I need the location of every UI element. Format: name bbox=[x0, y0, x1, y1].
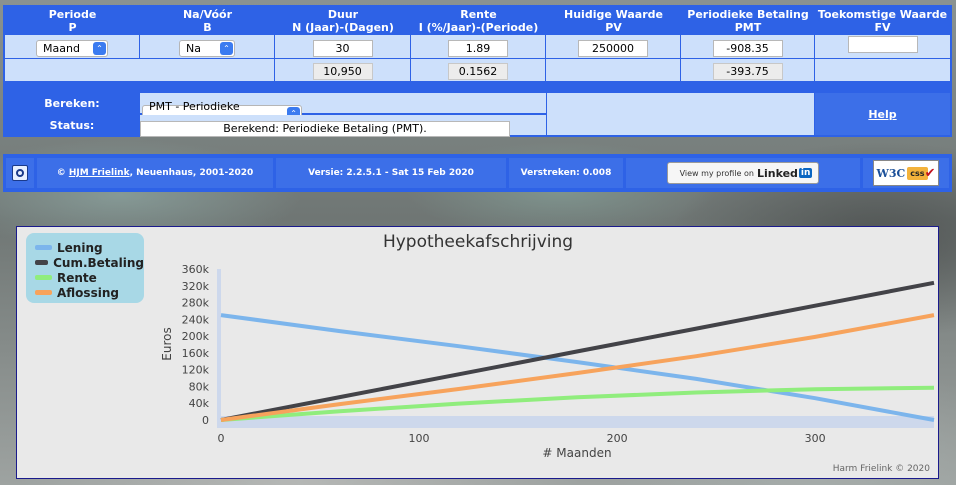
rente-period-cell: 0.1562 bbox=[411, 58, 546, 81]
checkmark-icon: ✔ bbox=[924, 165, 936, 181]
linkedin-in-icon: in bbox=[798, 168, 813, 178]
derived-empty-cell bbox=[5, 58, 275, 81]
col-header-pv: Huidige Waarde PV bbox=[564, 8, 663, 34]
y-tick-label: 0 bbox=[202, 414, 209, 427]
w3c-text: W3C bbox=[876, 166, 906, 180]
x-tick-label: 300 bbox=[805, 432, 826, 445]
duur-input[interactable]: 30 bbox=[312, 39, 373, 57]
col-header-pmt: Periodieke Betaling PMT bbox=[687, 8, 809, 34]
y-tick-label: 320k bbox=[182, 280, 210, 293]
chart-title: Hypotheekafschrijving bbox=[383, 232, 573, 252]
duur-days-output: 10,950 bbox=[312, 63, 373, 80]
linkedin-brand: Linked bbox=[756, 166, 798, 180]
pv-input[interactable]: 250000 bbox=[578, 39, 648, 57]
footer-w3c-cell: W3C css ✔ bbox=[863, 158, 949, 188]
legend-swatch bbox=[35, 275, 52, 280]
legend-swatch bbox=[35, 260, 49, 265]
y-tick-label: 240k bbox=[182, 313, 210, 326]
x-axis-band bbox=[217, 416, 934, 428]
duur-cell: 30 bbox=[275, 35, 411, 58]
x-tick-label: 100 bbox=[409, 432, 430, 445]
mortgage-chart: Hypotheekafschrijving 0 40k 80k 120k 160k 200k… bbox=[16, 226, 939, 479]
y-axis-band bbox=[217, 269, 221, 428]
chart-canvas: Hypotheekafschrijving 0 40k 80k 120k 160k 200k… bbox=[160, 232, 935, 474]
copyright-symbol: © bbox=[56, 168, 66, 178]
rente-cell: 1.89 bbox=[411, 35, 546, 58]
footer-elapsed: Verstreken: 0.008 bbox=[509, 158, 623, 188]
y-tick-label: 40k bbox=[189, 397, 210, 410]
pmt-interest-output: -393.75 bbox=[712, 63, 783, 80]
y-tick-label: 280k bbox=[182, 297, 210, 310]
x-axis-label: # Maanden bbox=[542, 446, 611, 460]
status-output: Berekend: Periodieke Betaling (PMT). bbox=[140, 121, 510, 137]
periode-cell: Maand ⌃ bbox=[5, 35, 140, 58]
input-row: Maand ⌃ Na ⌃ 30 1.89 250000 -908.35 bbox=[5, 35, 950, 58]
w3c-css-badge[interactable]: W3C css ✔ bbox=[872, 160, 940, 186]
col-header-fv: Toekomstige Waarde FV bbox=[817, 8, 948, 34]
pmt-cell: -908.35 bbox=[681, 35, 815, 58]
navoor-select[interactable]: Na ⌃ bbox=[179, 39, 235, 57]
legend-item-rente[interactable]: Rente bbox=[35, 270, 144, 285]
pmt-input[interactable]: -908.35 bbox=[712, 39, 783, 57]
y-tick-label: 360k bbox=[182, 263, 210, 276]
rente-period-output: 0.1562 bbox=[448, 63, 508, 80]
footer-version: Versie: 2.2.5.1 - Sat 15 Feb 2020 bbox=[276, 158, 506, 188]
select-chevron-icon: ⌃ bbox=[93, 41, 106, 55]
table-header-row: Periode P Na/Vóór B Duur N (Jaar)-(Dagen) R… bbox=[5, 7, 950, 35]
app-logo-icon[interactable] bbox=[12, 165, 28, 181]
y-axis-label: Euros bbox=[160, 327, 174, 360]
y-tick-label: 160k bbox=[182, 347, 210, 360]
x-tick-label: 200 bbox=[607, 432, 628, 445]
chart-legend: Lening Cum.Betaling Rente Aflossing bbox=[26, 233, 144, 303]
y-tick-label: 120k bbox=[182, 364, 210, 377]
periode-select[interactable]: Maand ⌃ bbox=[36, 39, 108, 57]
status-cell: Berekend: Periodieke Betaling (PMT). bbox=[140, 115, 546, 137]
help-link[interactable]: Help bbox=[868, 108, 896, 121]
linkedin-badge[interactable]: View my profile on Linked in bbox=[666, 162, 820, 184]
bereken-label: Bereken: bbox=[44, 96, 100, 110]
col-header-rente: Rente I (%/Jaar)-(Periode) bbox=[418, 8, 539, 34]
calculator-panel: Periode P Na/Vóór B Duur N (Jaar)-(Dagen) R… bbox=[3, 5, 952, 137]
col-header-navoor: Na/Vóór B bbox=[182, 8, 233, 34]
duur-days-cell: 10,950 bbox=[275, 58, 411, 81]
footer-icon-cell bbox=[6, 158, 34, 188]
pmt-derived-cell: -393.75 bbox=[681, 58, 815, 81]
legend-item-cumbetaling[interactable]: Cum.Betaling bbox=[35, 255, 144, 270]
linkedin-text: View my profile on bbox=[679, 168, 754, 178]
y-tick-label: 200k bbox=[182, 330, 210, 343]
legend-label: Lening bbox=[57, 240, 103, 255]
legend-swatch bbox=[35, 245, 52, 250]
legend-label: Cum.Betaling bbox=[53, 255, 144, 270]
navoor-cell: Na ⌃ bbox=[140, 35, 275, 58]
legend-label: Rente bbox=[57, 270, 97, 285]
pv-derived-cell bbox=[546, 58, 681, 81]
col-header-periode: Periode P bbox=[48, 8, 97, 34]
help-cell: Help bbox=[815, 93, 950, 135]
status-label: Status: bbox=[49, 118, 95, 132]
fv-cell bbox=[815, 35, 950, 58]
fv-derived-cell bbox=[815, 58, 950, 81]
x-tick-label: 0 bbox=[218, 432, 225, 445]
author-link[interactable]: HJM Frielink bbox=[69, 168, 130, 178]
bereken-cell: PMT - Periodieke Betaling⌃ bbox=[140, 93, 546, 126]
pv-cell: 250000 bbox=[546, 35, 681, 58]
rente-input[interactable]: 1.89 bbox=[448, 39, 508, 57]
input-table: Periode P Na/Vóór B Duur N (Jaar)-(Dagen) R… bbox=[5, 7, 950, 81]
calc-empty-cell bbox=[547, 93, 814, 135]
select-chevron-icon: ⌃ bbox=[220, 41, 233, 55]
legend-item-aflossing[interactable]: Aflossing bbox=[35, 285, 144, 300]
legend-swatch bbox=[35, 290, 52, 295]
col-header-duur: Duur N (Jaar)-(Dagen) bbox=[292, 8, 394, 34]
legend-item-lening[interactable]: Lening bbox=[35, 240, 144, 255]
fv-input[interactable] bbox=[847, 36, 918, 53]
calc-section: Bereken: PMT - Periodieke Betaling⌃ Stat… bbox=[5, 93, 950, 137]
copyright-rest: , Neuenhaus, 2001-2020 bbox=[129, 168, 254, 178]
derived-row: 10,950 0.1562 -393.75 bbox=[5, 58, 950, 81]
legend-label: Aflossing bbox=[57, 285, 119, 300]
footer-linkedin-cell: View my profile on Linked in bbox=[626, 158, 860, 188]
chart-credit: Harm Frielink © 2020 bbox=[833, 464, 931, 474]
footer-bar: © HJM Frielink, Neuenhaus, 2001-2020 Ver… bbox=[3, 154, 952, 192]
footer-copyright: © HJM Frielink, Neuenhaus, 2001-2020 bbox=[37, 158, 273, 188]
y-tick-label: 80k bbox=[189, 380, 210, 393]
